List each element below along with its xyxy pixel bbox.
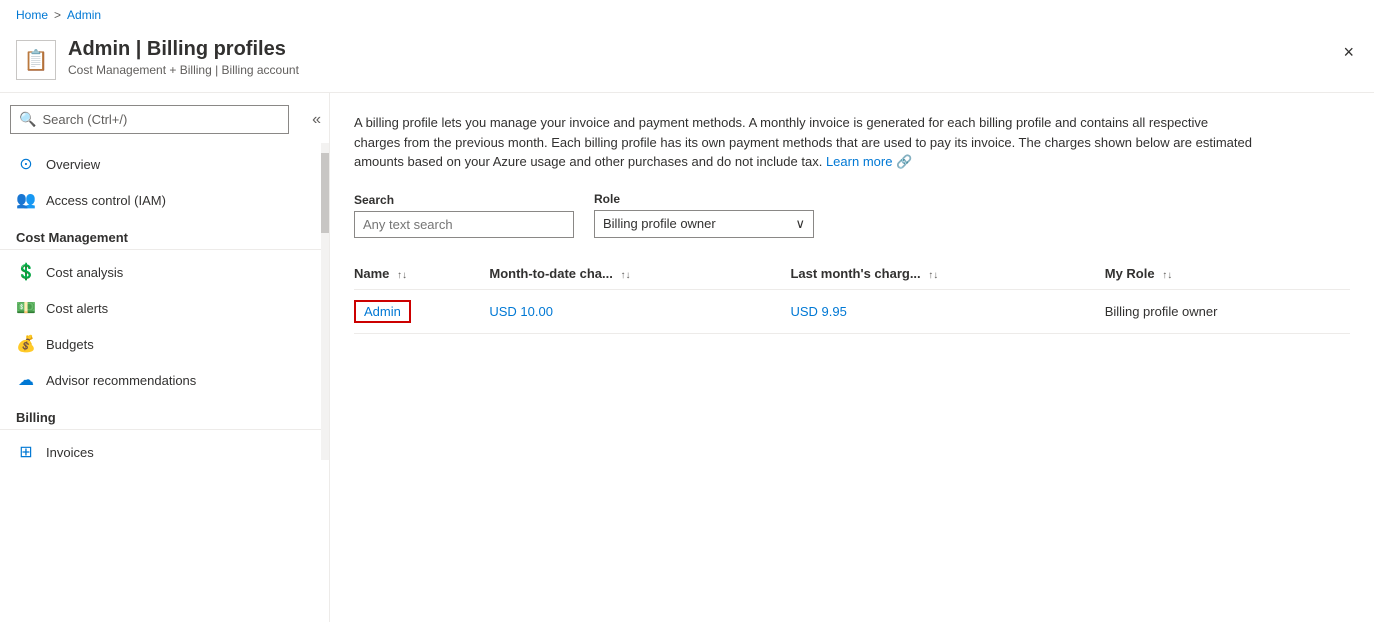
table-header-row: Name ↑↓ Month-to-date cha... ↑↓ Last mon…: [354, 258, 1350, 290]
search-icon: 🔍: [19, 111, 36, 128]
sidebar-item-budgets[interactable]: 💰 Budgets: [0, 326, 329, 362]
sidebar-item-label: Overview: [46, 157, 100, 172]
billing-profiles-table: Name ↑↓ Month-to-date cha... ↑↓ Last mon…: [354, 258, 1350, 334]
column-my-role: My Role ↑↓: [1105, 258, 1350, 290]
search-filter-label: Search: [354, 193, 574, 207]
column-last-month: Last month's charg... ↑↓: [790, 258, 1104, 290]
role-dropdown-value: Billing profile owner: [603, 216, 716, 231]
admin-profile-link[interactable]: Admin: [354, 300, 411, 323]
sidebar-item-cost-alerts[interactable]: 💵 Cost alerts: [0, 290, 329, 326]
access-control-icon: 👥: [16, 190, 36, 210]
billing-description: A billing profile lets you manage your i…: [354, 113, 1254, 172]
row-name-cell: Admin: [354, 289, 489, 333]
column-month-to-date: Month-to-date cha... ↑↓: [489, 258, 790, 290]
sidebar-item-overview[interactable]: ⊙ Overview: [0, 146, 329, 182]
role-dropdown[interactable]: Billing profile owner ∨: [594, 210, 814, 238]
sidebar-item-label: Budgets: [46, 337, 94, 352]
page-title: Admin | Billing profiles: [68, 38, 299, 61]
cost-analysis-icon: 💲: [16, 262, 36, 282]
sidebar-item-invoices[interactable]: ⊞ Invoices: [0, 434, 329, 470]
main-layout: 🔍 Search (Ctrl+/) « ⊙ Overview 👥 Access …: [0, 93, 1374, 622]
column-name: Name ↑↓: [354, 258, 489, 290]
role-filter-group: Role Billing profile owner ∨: [594, 192, 814, 238]
table-row: Admin USD 10.00 USD 9.95 Billing profile…: [354, 289, 1350, 333]
sidebar-scrollbar[interactable]: [321, 143, 329, 460]
sidebar-item-cost-analysis[interactable]: 💲 Cost analysis: [0, 254, 329, 290]
sidebar-item-access-control[interactable]: 👥 Access control (IAM): [0, 182, 329, 218]
sidebar-item-label: Access control (IAM): [46, 193, 166, 208]
advisor-icon: ☁: [16, 370, 36, 390]
breadcrumb: Home > Admin: [0, 0, 1374, 30]
breadcrumb-separator: >: [54, 8, 61, 22]
row-mtd-cell: USD 10.00: [489, 289, 790, 333]
chevron-down-icon: ∨: [795, 216, 805, 232]
role-filter-label: Role: [594, 192, 814, 206]
filters-row: Search Role Billing profile owner ∨: [354, 192, 1350, 238]
search-input[interactable]: [354, 211, 574, 238]
header-icon: 📋: [16, 40, 56, 80]
breadcrumb-home[interactable]: Home: [16, 8, 48, 22]
sidebar-item-label: Cost analysis: [46, 265, 123, 280]
learn-more-link[interactable]: Learn more 🔗: [826, 154, 912, 169]
row-lm-cell: USD 9.95: [790, 289, 1104, 333]
breadcrumb-current[interactable]: Admin: [67, 8, 101, 22]
sidebar: 🔍 Search (Ctrl+/) « ⊙ Overview 👥 Access …: [0, 93, 330, 622]
search-placeholder: Search (Ctrl+/): [42, 112, 127, 127]
sidebar-search[interactable]: 🔍 Search (Ctrl+/): [10, 105, 289, 134]
sort-icon-role[interactable]: ↑↓: [1162, 270, 1172, 281]
cost-alerts-icon: 💵: [16, 298, 36, 318]
collapse-sidebar-button[interactable]: «: [304, 105, 329, 135]
page-subtitle: Cost Management + Billing | Billing acco…: [68, 63, 299, 77]
sort-icon-mtd[interactable]: ↑↓: [621, 270, 631, 281]
invoices-icon: ⊞: [16, 442, 36, 462]
content-area: A billing profile lets you manage your i…: [330, 93, 1374, 622]
close-button[interactable]: ×: [1339, 38, 1358, 67]
sidebar-section-billing: Billing: [0, 398, 329, 430]
sidebar-item-label: Advisor recommendations: [46, 373, 196, 388]
search-filter-group: Search: [354, 193, 574, 238]
sort-icon-lm[interactable]: ↑↓: [928, 270, 938, 281]
sort-icon-name[interactable]: ↑↓: [397, 270, 407, 281]
budgets-icon: 💰: [16, 334, 36, 354]
sidebar-section-cost-management: Cost Management: [0, 218, 329, 250]
sidebar-item-advisor-recommendations[interactable]: ☁ Advisor recommendations: [0, 362, 329, 398]
sidebar-item-label: Invoices: [46, 445, 94, 460]
sidebar-item-label: Cost alerts: [46, 301, 108, 316]
overview-icon: ⊙: [16, 154, 36, 174]
row-role-cell: Billing profile owner: [1105, 289, 1350, 333]
page-header: 📋 Admin | Billing profiles Cost Manageme…: [0, 30, 1374, 93]
